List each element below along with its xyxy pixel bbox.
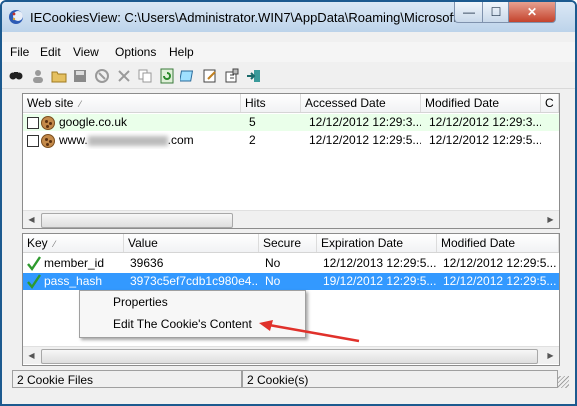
scroll-thumb[interactable] [41,213,233,228]
menu-help[interactable]: Help [169,45,194,59]
menu-file[interactable]: File [10,45,29,59]
scroll-left-icon[interactable]: ◀ [23,211,40,228]
app-icon [9,10,23,24]
copy-icon[interactable] [136,67,154,85]
annotation-arrow-icon [259,320,360,343]
menu-edit[interactable]: Edit [40,45,61,59]
maximize-button[interactable]: ☐ [482,2,510,23]
delete-icon[interactable] [115,67,133,85]
site-accessed: 12/12/2012 12:29:5... [309,133,421,147]
folder-icon[interactable] [50,67,68,85]
app-window: IECookiesView: C:\Users\Administrator.WI… [0,0,577,406]
site-modified: 12/12/2012 12:29:5... [429,133,541,147]
site-name: www. .com [59,133,194,147]
sort-indicator: ⁄ [79,99,81,109]
col-expiration-date[interactable]: Expiration Date [317,234,437,252]
col-c[interactable]: C [541,94,559,112]
title-bar: IECookiesView: C:\Users\Administrator.WI… [2,2,575,32]
site-row[interactable]: www. .com 2 12/12/2012 12:29:5... 12/12/2… [23,132,559,149]
cookie-secure: No [265,256,281,270]
menu-view[interactable]: View [73,45,99,59]
minimize-button[interactable]: — [454,2,484,23]
close-button[interactable]: ✕ [508,2,556,23]
cookies-hscrollbar[interactable]: ◀ ▶ [23,346,559,364]
col-modified-date[interactable]: Modified Date [437,234,559,252]
sort-indicator: ⁄ [53,239,56,249]
row-checkbox[interactable] [27,135,39,147]
cookie-key: member_id [44,256,105,270]
scroll-thumb[interactable] [41,349,538,364]
cookie-expiration: 19/12/2012 12:29:5... [323,274,437,288]
site-accessed: 12/12/2012 12:29:3... [309,115,421,129]
cookie-modified: 12/12/2012 12:29:5... [443,274,557,288]
menu-bar: File Edit View Options Help [2,42,575,62]
cookie-value: 3973c5ef7cdb1c980e4... [130,274,259,288]
refresh-circle-icon[interactable] [93,67,111,85]
col-website[interactable]: Web site ⁄ [23,94,241,112]
site-hits: 5 [249,115,256,129]
status-cookie-files: 2 Cookie Files [12,370,242,388]
menu-options[interactable]: Options [115,45,156,59]
col-modified-date[interactable]: Modified Date [421,94,541,112]
status-cookies-count: 2 Cookie(s) [242,370,558,388]
site-modified: 12/12/2012 12:29:3... [429,115,541,129]
cookie-icon [41,116,55,130]
sites-header: Web site ⁄ Hits Accessed Date Modified Da… [23,94,559,113]
refresh-icon[interactable] [158,67,176,85]
col-accessed-date[interactable]: Accessed Date [301,94,421,112]
site-row[interactable]: google.co.uk 5 12/12/2012 12:29:3... 12/… [23,114,559,131]
site-hits: 2 [249,133,256,147]
properties-icon[interactable] [201,67,219,85]
col-secure[interactable]: Secure [259,234,317,252]
save-icon[interactable] [71,67,89,85]
find-icon[interactable] [7,67,25,85]
resize-grip-icon[interactable] [557,376,569,388]
user-icon[interactable] [29,67,47,85]
scroll-right-icon[interactable]: ▶ [542,211,559,228]
edit-icon[interactable] [179,67,197,85]
status-bar: 2 Cookie Files 2 Cookie(s) [2,368,575,390]
menu-item-properties[interactable]: Properties [113,295,168,309]
scroll-right-icon[interactable]: ▶ [542,347,559,364]
cookie-row-selected[interactable]: pass_hash 3973c5ef7cdb1c980e4... No 19/1… [23,273,559,290]
window-title: IECookiesView: C:\Users\Administrator.WI… [30,10,472,25]
cookie-value: 39636 [130,256,164,270]
cookie-modified: 12/12/2012 12:29:5... [443,256,557,270]
exit-icon[interactable] [245,67,263,85]
cookie-row[interactable]: member_id 39636 No 12/12/2013 12:29:5...… [23,255,559,272]
row-checkbox[interactable] [27,117,39,129]
toolbar [2,64,575,89]
cookie-secure: No [265,274,281,288]
cookie-expiration: 12/12/2013 12:29:5... [323,256,437,270]
col-hits[interactable]: Hits [241,94,301,112]
site-name: google.co.uk [59,115,128,129]
col-key[interactable]: Key ⁄ [23,234,124,252]
options-icon[interactable] [223,67,241,85]
redacted-text [87,135,168,146]
sites-hscrollbar[interactable]: ◀ ▶ [23,210,559,228]
col-value[interactable]: Value [124,234,259,252]
menu-item-edit-cookie-content[interactable]: Edit The Cookie's Content [113,317,252,331]
sites-list[interactable]: Web site ⁄ Hits Accessed Date Modified Da… [22,93,560,229]
scroll-left-icon[interactable]: ◀ [23,347,40,364]
cookies-header: Key ⁄ Value Secure Expiration Date Modifi… [23,234,559,253]
cookie-icon [41,134,55,148]
cookie-key: pass_hash [44,274,103,288]
